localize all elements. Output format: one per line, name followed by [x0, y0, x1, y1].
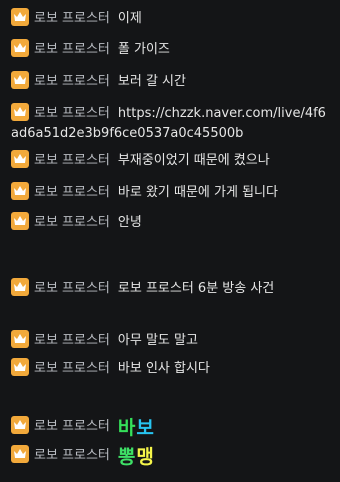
chat-text: 바로 왔기 때문에 가게 됩니다 [117, 185, 278, 200]
chat-nickname[interactable]: 로보 프로스터 [34, 153, 110, 168]
chat-message: 로보 프로스터 폴 가이즈 [11, 39, 331, 60]
crown-icon [11, 71, 29, 89]
crown-icon [11, 358, 29, 376]
chat-nickname[interactable]: 로보 프로스터 [34, 215, 110, 230]
chat-nickname[interactable]: 로보 프로스터 [34, 42, 110, 57]
chat-text: 아무 말도 말고 [117, 333, 198, 348]
emote-char: 맹 [136, 446, 155, 468]
chat-nickname[interactable]: 로보 프로스터 [34, 281, 110, 296]
emote-char: 보 [136, 417, 155, 439]
emote-char: 뽕 [117, 446, 137, 468]
chat-message: 로보 프로스터 https://chzzk.naver.com/live/4f6a… [11, 103, 331, 144]
crown-icon [11, 278, 29, 296]
crown-icon [11, 445, 29, 463]
chat-nickname[interactable]: 로보 프로스터 [34, 106, 110, 121]
chat-message: 로보 프로스터 뽕맹 [11, 445, 331, 467]
chat-message: 로보 프로스터 바로 왔기 때문에 가게 됩니다 [11, 182, 331, 203]
chat-text: 보러 갈 시간 [117, 74, 186, 89]
chat-nickname[interactable]: 로보 프로스터 [34, 333, 110, 348]
chat-panel: 로보 프로스터 이제 로보 프로스터 폴 가이즈 로보 프로스터 보러 갈 시간 로보… [0, 0, 340, 482]
chat-message: 로보 프로스터 로보 프로스터 6분 방송 사건 [11, 278, 331, 299]
crown-icon [11, 39, 29, 57]
chat-text: 폴 가이즈 [117, 42, 170, 57]
chat-text: 안녕 [117, 215, 142, 230]
chat-nickname[interactable]: 로보 프로스터 [34, 448, 110, 463]
chat-nickname[interactable]: 로보 프로스터 [34, 74, 110, 89]
emote-ppongmaeng: 뽕맹 [118, 447, 155, 467]
chat-text: 로보 프로스터 6분 방송 사건 [117, 281, 275, 296]
crown-icon [11, 103, 29, 121]
crown-icon [11, 212, 29, 230]
emote-babo: 바보 [118, 418, 155, 438]
chat-message: 로보 프로스터 이제 [11, 8, 331, 29]
crown-icon [11, 330, 29, 348]
chat-message: 로보 프로스터 아무 말도 말고 [11, 330, 331, 351]
crown-icon [11, 416, 29, 434]
chat-text: 바보 인사 합시다 [117, 361, 210, 376]
chat-message: 로보 프로스터 안녕 [11, 212, 331, 233]
chat-message: 로보 프로스터 부재중이었기 때문에 켰으나 [11, 150, 331, 171]
chat-nickname[interactable]: 로보 프로스터 [34, 419, 110, 434]
chat-message: 로보 프로스터 바보 인사 합시다 [11, 358, 331, 379]
emote-char: 바 [117, 417, 137, 439]
chat-nickname[interactable]: 로보 프로스터 [34, 361, 110, 376]
chat-message: 로보 프로스터 보러 갈 시간 [11, 71, 331, 92]
crown-icon [11, 150, 29, 168]
crown-icon [11, 182, 29, 200]
chat-nickname[interactable]: 로보 프로스터 [34, 11, 110, 26]
crown-icon [11, 8, 29, 26]
chat-text: 부재중이었기 때문에 켰으나 [117, 153, 270, 168]
chat-text: 이제 [117, 11, 142, 26]
chat-message: 로보 프로스터 바보 [11, 416, 331, 438]
chat-nickname[interactable]: 로보 프로스터 [34, 185, 110, 200]
